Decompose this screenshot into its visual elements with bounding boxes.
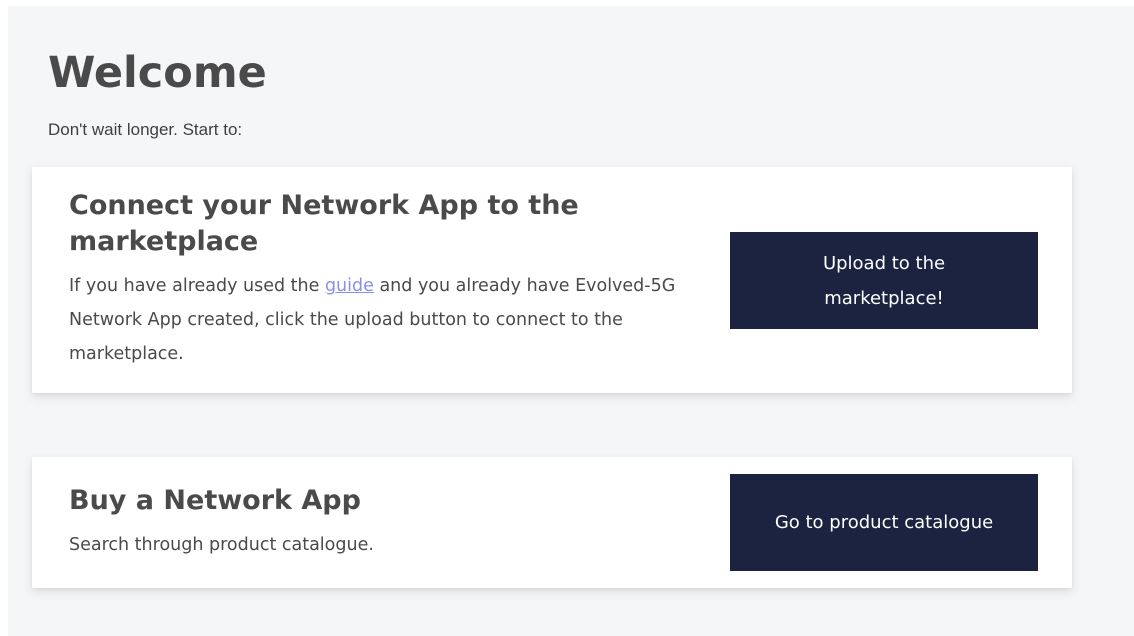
upload-card-description: If you have already used the guide and y… (69, 269, 709, 371)
page-subtitle: Don't wait longer. Start to: (48, 120, 243, 139)
upload-button-label: Upload to the marketplace! (822, 252, 946, 309)
upload-card-title: Connect your Network App to the marketpl… (69, 190, 579, 257)
upload-to-marketplace-button[interactable]: Upload to the marketplace! (730, 232, 1038, 329)
upload-card-text-before-link: If you have already used the (69, 276, 325, 296)
buy-card-title: Buy a Network App (69, 485, 361, 516)
page-content: Welcome Don't wait longer. Start to: Con… (8, 6, 1134, 636)
guide-link[interactable]: guide (325, 276, 374, 296)
buy-card: Buy a Network App Search through product… (32, 457, 1072, 588)
page-title: Welcome (48, 48, 267, 98)
buy-card-description: Search through product catalogue. (69, 535, 374, 555)
upload-card: Connect your Network App to the marketpl… (32, 167, 1072, 393)
go-to-catalogue-button[interactable]: Go to product catalogue (730, 474, 1038, 571)
catalogue-button-label: Go to product catalogue (774, 512, 994, 533)
